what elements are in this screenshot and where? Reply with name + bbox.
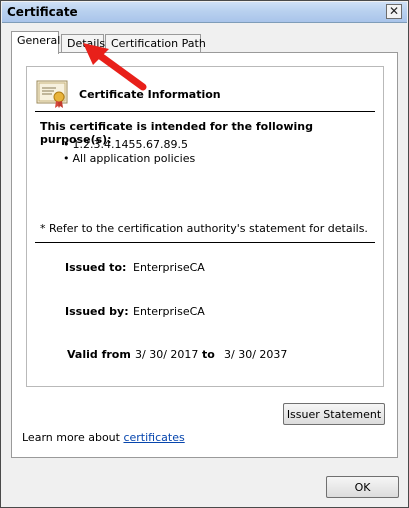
issuer-statement-button[interactable]: Issuer Statement — [283, 403, 385, 425]
tab-general[interactable]: General — [11, 31, 61, 54]
issued-to-label: Issued to: — [65, 261, 127, 274]
purpose-item: 1.2.3.4.1455.67.89.5 — [63, 138, 195, 152]
issued-to-value: EnterpriseCA — [133, 261, 205, 274]
divider — [35, 242, 375, 243]
issued-by-value: EnterpriseCA — [133, 305, 205, 318]
divider — [35, 111, 375, 112]
valid-from-value: 3/ 30/ 2017 — [135, 348, 199, 361]
valid-to-label: to — [202, 348, 215, 361]
certificate-info-title: Certificate Information — [79, 88, 221, 101]
tab-certification-path-label: Certification Path — [111, 37, 206, 50]
tab-details[interactable]: Details — [61, 34, 106, 53]
tab-details-label: Details — [67, 37, 106, 50]
tab-certification-path[interactable]: Certification Path — [105, 34, 206, 53]
close-button[interactable]: ✕ — [386, 4, 402, 19]
valid-to-value: 3/ 30/ 2037 — [224, 348, 288, 361]
certificates-link[interactable]: certificates — [123, 431, 184, 444]
refer-note: * Refer to the certification authority's… — [40, 222, 368, 235]
ok-button[interactable]: OK — [326, 476, 399, 498]
issued-by-label: Issued by: — [65, 305, 129, 318]
title-bar[interactable]: Certificate ✕ — [2, 2, 407, 23]
general-tab-panel: Certificate Information This certificate… — [11, 52, 398, 458]
tab-general-label: General — [17, 34, 61, 47]
purpose-item: All application policies — [63, 152, 196, 166]
valid-from-label: Valid from — [67, 348, 131, 361]
certificate-dialog: Certificate ✕ General Details Certificat… — [0, 0, 409, 508]
purpose-list: 1.2.3.4.1455.67.89.5 All application pol… — [63, 138, 196, 166]
learn-more: Learn more about certificates — [22, 431, 185, 444]
learn-more-prefix: Learn more about — [22, 431, 124, 444]
close-icon: ✕ — [388, 4, 400, 18]
certificate-icon — [36, 80, 68, 108]
certificate-info-box: Certificate Information This certificate… — [26, 66, 384, 387]
window-title: Certificate — [7, 5, 78, 19]
